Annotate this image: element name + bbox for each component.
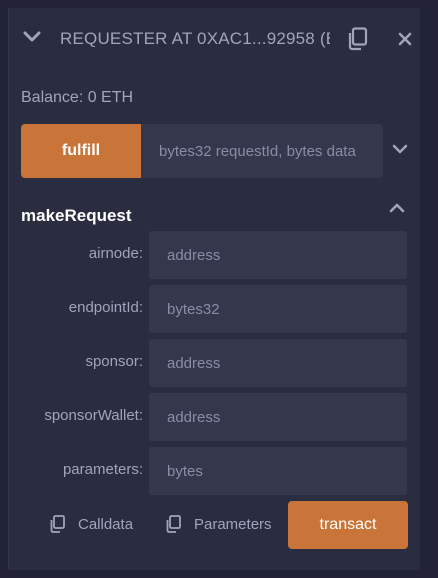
param-row-sponsor-wallet: sponsorWallet: address	[9, 393, 421, 441]
chevron-up-icon[interactable]	[389, 202, 405, 214]
calldata-label: Calldata	[78, 515, 134, 533]
sponsor-wallet-input[interactable]: address	[149, 393, 407, 441]
param-label: sponsor:	[85, 353, 143, 370]
param-row-endpoint-id: endpointId: bytes32	[9, 285, 421, 333]
contract-title: REQUESTER AT 0XAC1...92958 (BL	[60, 29, 330, 48]
chevron-down-icon[interactable]	[392, 143, 408, 155]
contract-header: REQUESTER AT 0XAC1...92958 (BL	[9, 8, 421, 70]
param-label: parameters:	[62, 461, 143, 478]
sponsor-input[interactable]: address	[149, 339, 407, 387]
copy-parameters-button[interactable]: Parameters	[165, 515, 272, 533]
copy-icon	[50, 515, 65, 533]
fulfill-button[interactable]: fulfill	[21, 124, 141, 178]
copy-icon[interactable]	[346, 27, 368, 51]
copy-calldata-button[interactable]: Calldata	[49, 515, 133, 533]
make-request-title: makeRequest	[21, 206, 132, 225]
chevron-down-icon[interactable]	[23, 30, 41, 44]
airnode-input[interactable]: address	[149, 231, 407, 279]
param-label: airnode:	[88, 245, 143, 262]
close-icon[interactable]	[398, 32, 412, 46]
param-row-airnode: airnode: address	[9, 231, 421, 279]
param-row-parameters: parameters: bytes	[9, 447, 421, 495]
param-row-sponsor: sponsor: address	[9, 339, 421, 387]
transact-button[interactable]: transact	[288, 501, 408, 549]
param-label: endpointId:	[68, 299, 143, 316]
parameters-label: Parameters	[194, 515, 272, 533]
param-label: sponsorWallet:	[44, 407, 143, 424]
contract-panel: REQUESTER AT 0XAC1...92958 (BL Balance: …	[8, 8, 420, 570]
parameters-input[interactable]: bytes	[149, 447, 407, 495]
fulfill-args-input[interactable]: bytes32 requestId, bytes data	[141, 124, 383, 178]
endpoint-id-input[interactable]: bytes32	[149, 285, 407, 333]
balance-text: Balance: 0 ETH	[21, 89, 134, 106]
copy-icon	[166, 515, 181, 533]
